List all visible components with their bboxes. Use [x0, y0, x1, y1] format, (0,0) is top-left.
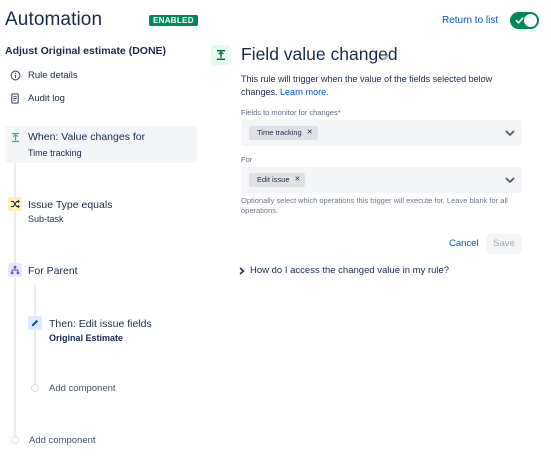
- faq-text: How do I access the changed value in my …: [250, 265, 450, 276]
- chevron-down-icon: [505, 130, 515, 137]
- rule-name: Adjust Original estimate (DONE): [5, 45, 167, 57]
- app-title: Automation: [5, 9, 103, 30]
- chip-label: Edit issue: [257, 175, 290, 184]
- step-subtitle: Time tracking: [28, 148, 82, 158]
- hierarchy-icon: [8, 263, 22, 277]
- panel-title: Field value changed: [241, 44, 398, 64]
- add-component-root-link[interactable]: Add component: [29, 435, 96, 446]
- pencil-icon: [28, 316, 42, 330]
- chip-label: Time tracking: [257, 128, 302, 137]
- step-title: When: Value changes for: [28, 131, 146, 143]
- step-subtitle: Original Estimate: [49, 333, 124, 343]
- field-change-icon: [211, 45, 231, 65]
- operations-hint: Optionally select which operations this …: [241, 196, 508, 215]
- add-component-branch-link[interactable]: Add component: [49, 383, 116, 394]
- toggle-knob: [524, 14, 537, 27]
- remove-chip-icon[interactable]: ✕: [295, 173, 301, 187]
- step-subtitle: Sub-task: [28, 214, 64, 224]
- selected-operation-chip: Edit issue ✕: [249, 173, 306, 187]
- document-icon: [9, 92, 21, 104]
- faq-expander[interactable]: How do I access the changed value in my …: [239, 265, 449, 276]
- description-text: This rule will trigger when the value of…: [241, 74, 493, 97]
- for-label: For: [241, 155, 253, 164]
- fields-label-text: Fields to monitor for changes: [241, 108, 338, 117]
- sidebar-item-audit-log[interactable]: Audit log: [9, 92, 65, 104]
- remove-chip-icon[interactable]: ✕: [307, 126, 313, 140]
- sidebar-item-rule-details[interactable]: Rule details: [9, 69, 78, 81]
- learn-more-link[interactable]: Learn more.: [280, 87, 329, 97]
- step-title: Then: Edit issue fields: [49, 318, 152, 330]
- rule-enabled-toggle[interactable]: [510, 12, 539, 29]
- step-title: For Parent: [28, 265, 78, 277]
- info-icon: [9, 69, 21, 81]
- fields-label: Fields to monitor for changes*: [241, 108, 341, 117]
- required-marker: *: [337, 108, 341, 117]
- operations-select[interactable]: Edit issue ✕: [241, 167, 522, 193]
- add-component-node: [31, 384, 39, 392]
- selected-field-chip: Time tracking ✕: [249, 126, 318, 140]
- sidebar-item-label: Rule details: [28, 69, 78, 81]
- chevron-down-icon: [505, 177, 515, 184]
- chevron-right-icon: [239, 266, 245, 275]
- save-button[interactable]: Save: [486, 234, 522, 254]
- shuffle-icon: [8, 197, 22, 211]
- step-title: Issue Type equals: [28, 199, 113, 211]
- fields-to-monitor-select[interactable]: Time tracking ✕: [241, 120, 522, 146]
- edit-title-pencil-icon[interactable]: [381, 49, 391, 67]
- sidebar-item-label: Audit log: [28, 92, 65, 104]
- add-component-node: [11, 436, 19, 444]
- panel-description: This rule will trigger when the value of…: [241, 73, 526, 99]
- cancel-button[interactable]: Cancel: [449, 238, 479, 249]
- check-icon: [515, 17, 524, 24]
- return-to-list-link[interactable]: Return to list: [442, 15, 498, 26]
- status-badge: ENABLED: [149, 15, 198, 26]
- field-change-icon: [9, 131, 21, 143]
